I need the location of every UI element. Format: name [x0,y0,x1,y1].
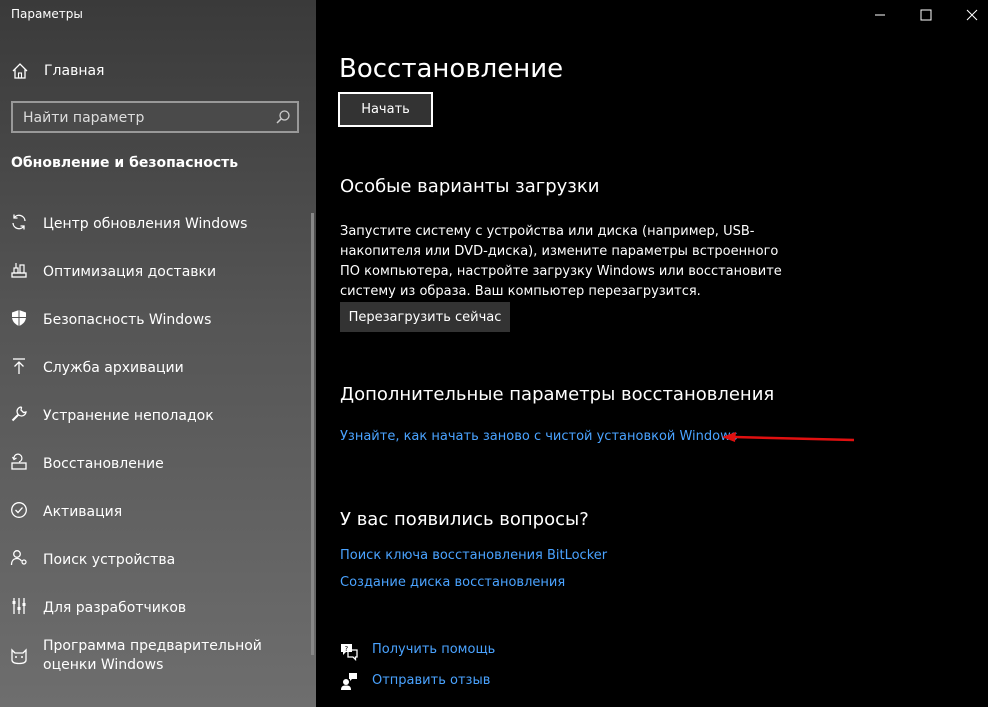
sync-icon [12,214,26,230]
sidebar-item-label: Служба архивации [43,360,184,376]
section-title: Обновление и безопасность [11,155,239,171]
sidebar-item-label: Оптимизация доставки [43,264,217,280]
sidebar-item-backup[interactable]: Служба архивации [0,347,310,387]
developer-sliders-icon [12,598,26,614]
sidebar-item-label: Безопасность Windows [43,312,212,328]
home-label: Главная [44,63,105,79]
search-input[interactable] [13,103,275,133]
shield-icon [12,310,26,326]
insider-cat-icon [11,648,27,665]
annotation-arrow [722,432,855,442]
sidebar-item-label: Центр обновления Windows [43,216,248,232]
home-icon [12,63,28,79]
maximize-icon[interactable] [903,0,949,30]
clean-install-link[interactable]: Узнайте, как начать заново с чистой уста… [340,429,738,444]
sidebar: Параметры Главная Обновление и безопасно… [0,0,316,707]
recovery-icon [11,453,27,470]
sidebar-item-find-device[interactable]: Поиск устройства [0,539,310,579]
sidebar-item-delivery-optimization[interactable]: Оптимизация доставки [0,251,310,291]
sidebar-item-label: Для разработчиков [43,600,187,616]
backup-arrow-up-icon [13,358,25,374]
search-icon[interactable] [275,109,291,125]
search-box[interactable] [11,101,299,133]
svg-text:?: ? [345,645,349,653]
sidebar-item-insider[interactable]: Программа предварительной оценки Windows [0,637,310,677]
boot-options-description: Запустите систему с устройства или диска… [340,224,782,299]
sidebar-item-windows-update[interactable]: Центр обновления Windows [0,203,310,243]
delivery-optimization-icon [11,263,27,278]
person-location-icon [10,550,27,566]
recovery-disk-link[interactable]: Создание диска восстановления [340,575,565,590]
boot-options-heading: Особые варианты загрузки [340,176,600,197]
sidebar-scrollbar[interactable] [311,213,314,655]
sidebar-item-label: Восстановление [43,456,164,472]
feedback-icon [341,673,357,690]
close-icon[interactable] [949,0,988,30]
home-nav-item[interactable]: Главная [0,58,316,86]
help-chat-icon: ? [341,644,358,661]
minimize-icon[interactable] [857,0,903,30]
send-feedback-link[interactable]: Отправить отзыв [372,673,490,688]
sidebar-item-activation[interactable]: Активация [0,491,310,531]
page-title: Восстановление [339,54,564,84]
sidebar-item-recovery[interactable]: Восстановление [0,443,310,483]
check-circle-icon [11,502,27,518]
advanced-recovery-heading: Дополнительные параметры восстановления [340,384,775,405]
sidebar-item-label: Устранение неполадок [43,408,214,424]
bitlocker-key-link[interactable]: Поиск ключа восстановления BitLocker [340,548,607,563]
start-button[interactable]: Начать [338,92,433,127]
sidebar-item-label: Поиск устройства [43,552,176,568]
sidebar-item-windows-security[interactable]: Безопасность Windows [0,299,310,339]
sidebar-item-developers[interactable]: Для разработчиков [0,587,310,627]
get-help-link[interactable]: Получить помощь [372,642,495,657]
wrench-icon [11,406,27,422]
sidebar-item-label: Программа предварительной оценки Windows [43,638,262,673]
questions-heading: У вас появились вопросы? [340,509,589,530]
sidebar-item-troubleshoot[interactable]: Устранение неполадок [0,395,310,435]
restart-now-button[interactable]: Перезагрузить сейчас [340,302,510,332]
sidebar-item-label: Активация [43,504,123,520]
app-title: Параметры [11,7,83,21]
